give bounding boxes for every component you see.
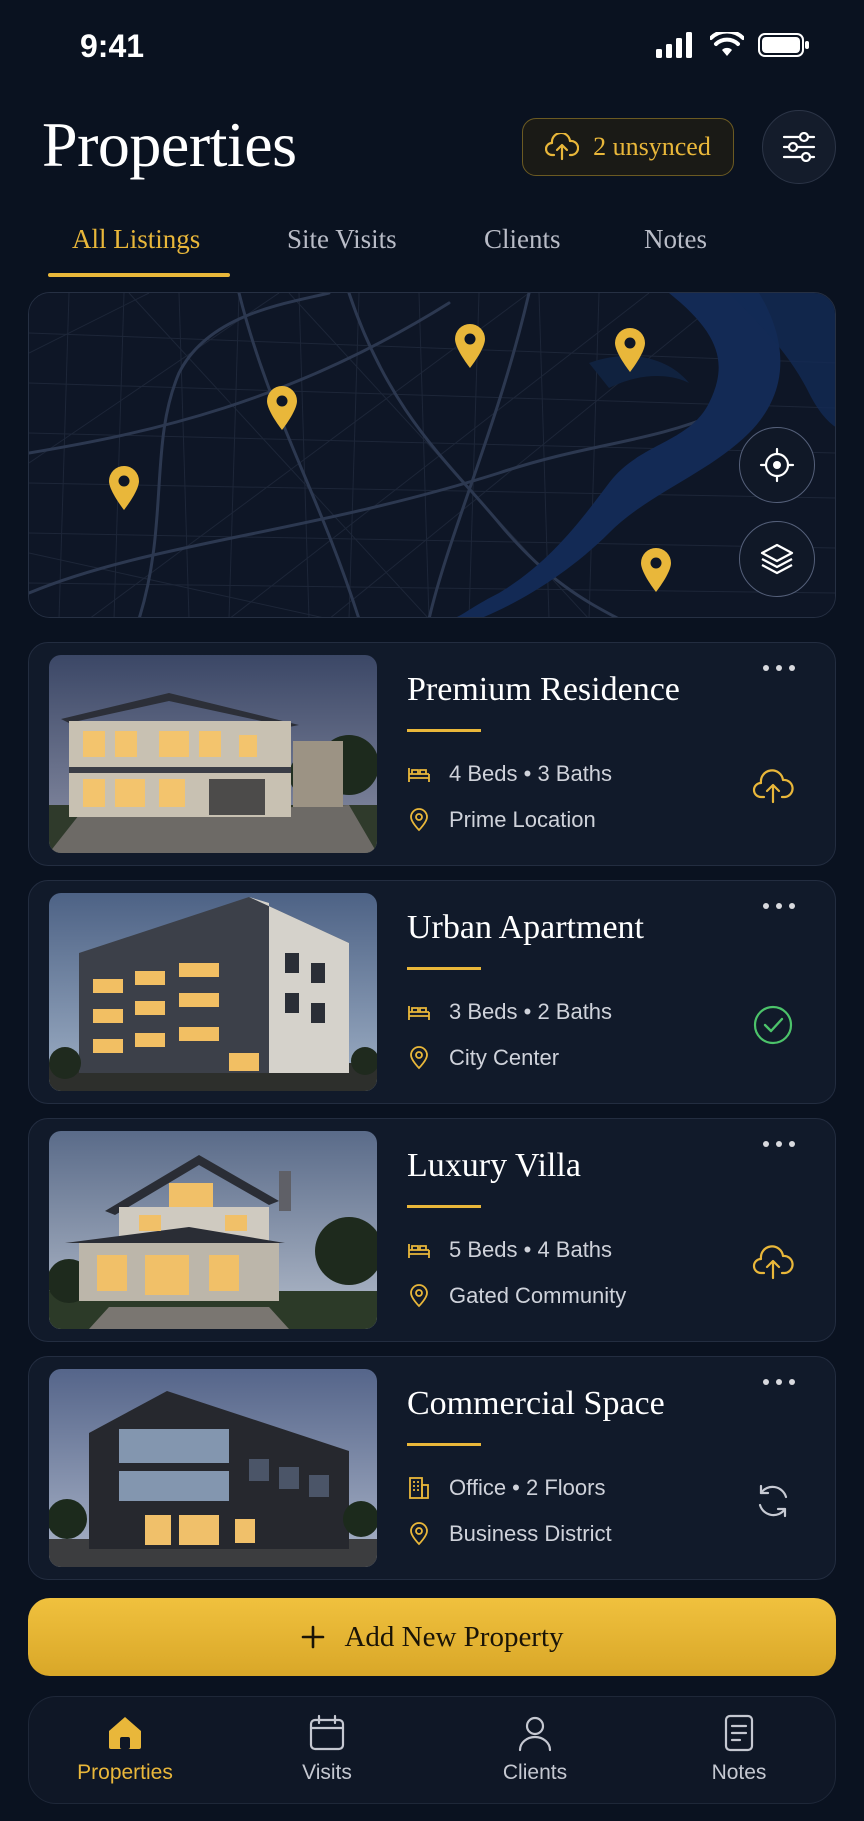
plus-icon xyxy=(302,1625,325,1649)
status-bar: 9:41 xyxy=(0,0,864,96)
cloud-upload-icon[interactable] xyxy=(751,765,795,809)
spec-primary: 4 Beds xyxy=(449,761,518,786)
locate-icon xyxy=(759,447,795,483)
status-icons xyxy=(656,32,810,58)
location-pin-icon xyxy=(407,808,431,832)
bottom-nav: Properties Visits Clients Notes xyxy=(28,1696,836,1804)
title-rule xyxy=(407,1443,481,1446)
property-title: Commercial Space xyxy=(407,1385,665,1422)
active-tab-indicator xyxy=(48,273,230,277)
cloud-upload-icon[interactable] xyxy=(751,1241,795,1285)
property-photo xyxy=(49,893,377,1091)
calendar-icon xyxy=(309,1714,345,1751)
building-icon xyxy=(407,1476,431,1500)
battery-icon xyxy=(758,33,809,57)
property-card[interactable]: Premium Residence 4 Beds • 3 Baths Prime… xyxy=(28,642,836,866)
tab-clients[interactable]: Clients xyxy=(484,224,561,255)
spec-secondary: 4 Baths xyxy=(537,1237,613,1262)
nav-label: Visits xyxy=(302,1761,352,1784)
title-rule xyxy=(407,967,481,970)
home-icon xyxy=(109,1717,141,1749)
location-label: Gated Community xyxy=(449,1283,627,1308)
title-rule xyxy=(407,1205,481,1208)
page-title: Properties xyxy=(42,109,297,180)
more-options-button[interactable] xyxy=(763,665,795,671)
tab-notes[interactable]: Notes xyxy=(644,224,707,255)
property-location: Business District xyxy=(407,1521,612,1547)
status-time: 9:41 xyxy=(80,28,145,64)
user-icon xyxy=(518,1716,552,1752)
nav-clients[interactable]: Clients xyxy=(465,1713,605,1785)
property-specs: 5 Beds • 4 Baths xyxy=(407,1237,612,1263)
property-photo xyxy=(49,1369,377,1567)
property-photo xyxy=(49,1131,377,1329)
bed-icon xyxy=(407,762,431,786)
map-pin-icon[interactable] xyxy=(613,327,647,373)
location-pin-icon xyxy=(407,1522,431,1546)
nav-label: Clients xyxy=(502,1761,568,1784)
more-options-button[interactable] xyxy=(763,1141,795,1147)
more-options-button[interactable] xyxy=(763,1379,795,1385)
add-property-label: Add New Property xyxy=(344,1620,564,1653)
property-location: City Center xyxy=(407,1045,559,1071)
property-specs: 3 Beds • 2 Baths xyxy=(407,999,612,1025)
location-label: Business District xyxy=(449,1521,612,1546)
property-photo xyxy=(49,655,377,853)
sync-refresh-icon[interactable] xyxy=(751,1479,795,1523)
more-options-button[interactable] xyxy=(763,903,795,909)
spec-secondary: 2 Baths xyxy=(537,999,613,1024)
spec-secondary: 2 Floors xyxy=(526,1475,606,1500)
add-property-button[interactable]: Add New Property xyxy=(28,1598,836,1676)
map-pin-icon[interactable] xyxy=(453,323,487,369)
property-card[interactable]: Commercial Space Office • 2 Floors Busin… xyxy=(28,1356,836,1580)
unsynced-button[interactable]: 2 unsynced xyxy=(522,118,734,176)
signal-icon xyxy=(656,32,692,58)
property-title: Luxury Villa xyxy=(407,1147,581,1184)
map-streets xyxy=(29,293,835,617)
locate-button[interactable] xyxy=(739,427,815,503)
map-pin-icon[interactable] xyxy=(265,385,299,431)
tab-bar: All Listings Site Visits Clients Notes xyxy=(0,220,864,280)
layers-icon xyxy=(760,543,794,575)
sliders-icon xyxy=(782,132,816,162)
nav-properties[interactable]: Properties xyxy=(55,1713,195,1785)
bed-icon xyxy=(407,1000,431,1024)
unsynced-label: 2 unsynced xyxy=(593,132,711,161)
spec-primary: 5 Beds xyxy=(449,1237,518,1262)
title-rule xyxy=(407,729,481,732)
location-pin-icon xyxy=(407,1284,431,1308)
cloud-upload-icon xyxy=(545,133,580,161)
notes-icon xyxy=(724,1714,754,1752)
nav-visits[interactable]: Visits xyxy=(257,1713,397,1785)
nav-notes[interactable]: Notes xyxy=(669,1713,809,1785)
property-specs: Office • 2 Floors xyxy=(407,1475,605,1501)
wifi-icon xyxy=(710,32,744,56)
property-card[interactable]: Urban Apartment 3 Beds • 2 Baths City Ce… xyxy=(28,880,836,1104)
location-label: Prime Location xyxy=(449,807,596,832)
property-location: Gated Community xyxy=(407,1283,626,1309)
nav-label: Notes xyxy=(711,1761,767,1784)
filter-button[interactable] xyxy=(762,110,836,184)
spec-primary: Office xyxy=(449,1475,507,1500)
spec-primary: 3 Beds xyxy=(449,999,518,1024)
property-card[interactable]: Luxury Villa 5 Beds • 4 Baths Gated Comm… xyxy=(28,1118,836,1342)
property-map[interactable] xyxy=(28,292,836,618)
location-label: City Center xyxy=(449,1045,560,1070)
property-location: Prime Location xyxy=(407,807,596,833)
property-title: Urban Apartment xyxy=(407,909,644,946)
bed-icon xyxy=(407,1238,431,1262)
property-specs: 4 Beds • 3 Baths xyxy=(407,761,612,787)
spec-secondary: 3 Baths xyxy=(537,761,613,786)
tab-all-listings[interactable]: All Listings xyxy=(72,224,200,255)
location-pin-icon xyxy=(407,1046,431,1070)
nav-label: Properties xyxy=(77,1761,173,1784)
synced-check-icon[interactable] xyxy=(751,1003,795,1047)
layers-button[interactable] xyxy=(739,521,815,597)
map-pin-icon[interactable] xyxy=(107,465,141,511)
map-pin-icon[interactable] xyxy=(639,547,673,593)
property-title: Premium Residence xyxy=(407,671,680,708)
tab-site-visits[interactable]: Site Visits xyxy=(287,224,397,255)
